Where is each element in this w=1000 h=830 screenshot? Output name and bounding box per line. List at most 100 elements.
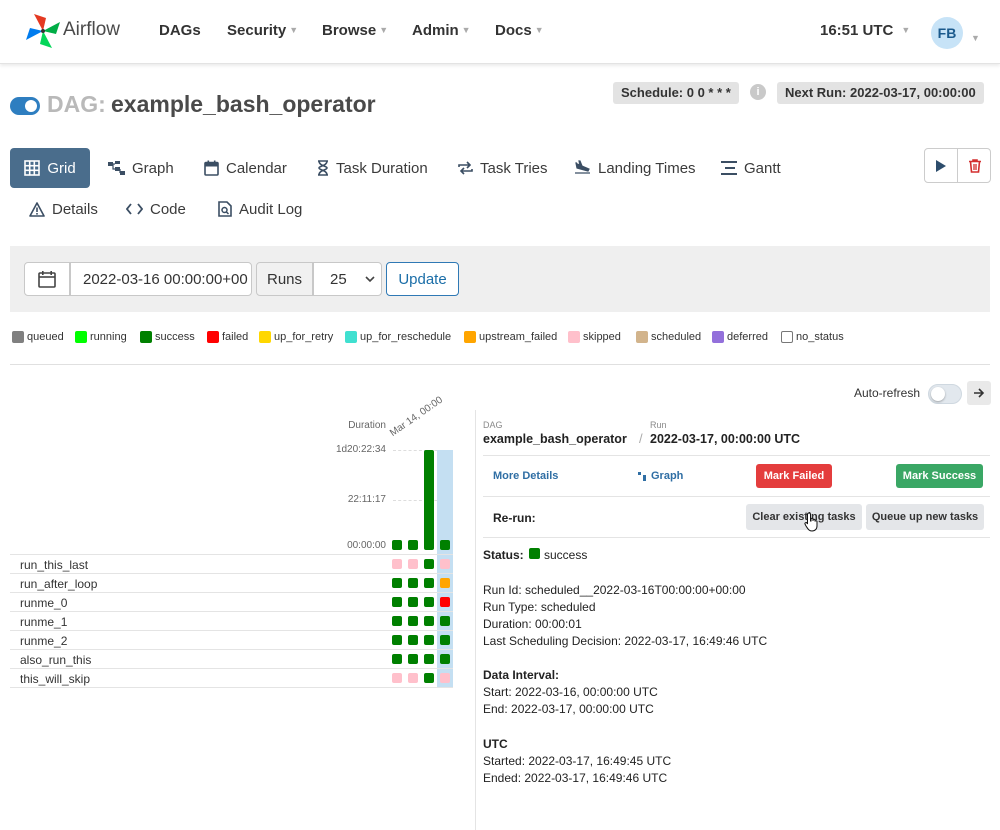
nav-docs[interactable]: Docs ▼ [495, 22, 544, 39]
task-row[interactable]: this_will_skip [10, 668, 453, 687]
task-row[interactable]: run_this_last [10, 554, 453, 573]
clock-dropdown[interactable]: 16:51 UTC ▼ [820, 22, 910, 39]
task-row[interactable]: runme_2 [10, 630, 453, 649]
date-picker-button[interactable] [24, 262, 70, 296]
info-icon[interactable]: i [750, 84, 766, 100]
task-instance-cell[interactable] [392, 597, 402, 607]
task-instance-cell[interactable] [408, 559, 418, 569]
expand-panel-button[interactable] [967, 381, 991, 405]
task-instance-cell[interactable] [440, 559, 450, 569]
task-instance-cell[interactable] [408, 597, 418, 607]
task-instance-cell[interactable] [408, 654, 418, 664]
legend-item-deferred[interactable]: deferred [712, 331, 768, 343]
task-instance-cell[interactable] [408, 578, 418, 588]
mark-failed-button[interactable]: Mark Failed [756, 464, 832, 488]
task-instance-cell[interactable] [440, 578, 450, 588]
mark-success-button[interactable]: Mark Success [896, 464, 983, 488]
legend-item-running[interactable]: running [75, 331, 127, 343]
task-instance-cell[interactable] [440, 597, 450, 607]
task-name[interactable]: run_this_last [20, 558, 88, 572]
legend-item-skipped[interactable]: skipped [568, 331, 621, 343]
task-instance-cell[interactable] [440, 654, 450, 664]
task-instance-cell[interactable] [424, 578, 434, 588]
tab-landing-times[interactable]: Landing Times [574, 148, 696, 188]
runs-select[interactable]: 25 [313, 262, 382, 296]
legend-item-upstream-failed[interactable]: upstream_failed [464, 331, 557, 343]
task-row[interactable]: runme_1 [10, 611, 453, 630]
legend-item-no-status[interactable]: no_status [781, 331, 844, 343]
task-name[interactable]: run_after_loop [20, 577, 97, 591]
brand-name[interactable]: Airflow [63, 19, 120, 41]
task-row[interactable]: also_run_this [10, 649, 453, 668]
task-name[interactable]: runme_1 [20, 615, 67, 629]
task-row[interactable]: run_after_loop [10, 573, 453, 592]
task-instance-cell[interactable] [392, 616, 402, 626]
task-instance-cell[interactable] [408, 635, 418, 645]
task-instance-cell[interactable] [392, 559, 402, 569]
task-instance-cell[interactable] [424, 616, 434, 626]
airflow-logo-icon[interactable] [24, 12, 62, 50]
task-instance-cell[interactable] [424, 635, 434, 645]
run-duration-bar[interactable] [440, 540, 450, 550]
legend-item-failed[interactable]: failed [207, 331, 248, 343]
tab-grid[interactable]: Grid [10, 148, 90, 188]
tab-calendar[interactable]: Calendar [204, 148, 287, 188]
legend-item-queued[interactable]: queued [12, 331, 64, 343]
tab-task-duration[interactable]: Task Duration [317, 148, 428, 188]
tab-audit-log[interactable]: Audit Log [218, 189, 302, 229]
base-date-input[interactable]: 2022-03-16 00:00:00+00 [70, 262, 252, 296]
delete-dag-button[interactable] [958, 149, 991, 182]
task-instance-cell[interactable] [392, 578, 402, 588]
tab-details-label: Details [52, 200, 98, 218]
task-row[interactable]: runme_0 [10, 592, 453, 611]
task-name[interactable]: runme_0 [20, 596, 67, 610]
breadcrumb-run[interactable]: 2022-03-17, 00:00:00 UTC [650, 432, 800, 446]
task-instance-cell[interactable] [440, 635, 450, 645]
task-instance-cell[interactable] [408, 673, 418, 683]
nav-security[interactable]: Security ▼ [227, 22, 298, 39]
trigger-dag-button[interactable] [925, 149, 958, 182]
caret-down-icon: ▼ [379, 25, 389, 35]
task-name[interactable]: also_run_this [20, 653, 91, 667]
run-duration-bar[interactable] [408, 540, 418, 550]
legend-item-scheduled[interactable]: scheduled [636, 331, 701, 343]
task-name[interactable]: runme_2 [20, 634, 67, 648]
task-instance-cell[interactable] [424, 654, 434, 664]
legend-item-success[interactable]: success [140, 331, 195, 343]
caret-down-icon[interactable]: ▼ [971, 33, 980, 43]
update-button[interactable]: Update [386, 262, 459, 296]
tab-code[interactable]: Code [126, 189, 186, 229]
task-instance-cell[interactable] [392, 673, 402, 683]
caret-down-icon: ▼ [289, 25, 299, 35]
task-instance-cell[interactable] [440, 616, 450, 626]
dag-pause-toggle[interactable] [10, 97, 40, 115]
nav-browse[interactable]: Browse ▼ [322, 22, 388, 39]
tab-task-tries-label: Task Tries [480, 159, 548, 177]
task-instance-cell[interactable] [408, 616, 418, 626]
task-instance-cell[interactable] [424, 673, 434, 683]
task-instance-cell[interactable] [424, 597, 434, 607]
task-instance-cell[interactable] [392, 654, 402, 664]
user-avatar[interactable]: FB [931, 17, 963, 49]
tab-task-tries[interactable]: Task Tries [458, 148, 548, 188]
graph-link[interactable]: Graph [638, 470, 683, 482]
task-instance-cell[interactable] [424, 559, 434, 569]
legend-item-up-for-retry[interactable]: up_for_retry [259, 331, 333, 343]
task-instance-cell[interactable] [440, 673, 450, 683]
nav-admin[interactable]: Admin ▼ [412, 22, 471, 39]
run-duration-bar[interactable] [392, 540, 402, 550]
task-instance-cell[interactable] [392, 635, 402, 645]
legend-item-up-for-reschedule[interactable]: up_for_reschedule [345, 331, 451, 343]
nav-dags[interactable]: DAGs [159, 22, 201, 39]
auto-refresh-toggle[interactable] [928, 384, 962, 404]
tab-details[interactable]: Details [29, 189, 98, 229]
breadcrumb-dag[interactable]: example_bash_operator [483, 432, 627, 446]
dag-title[interactable]: example_bash_operator [111, 91, 376, 118]
legend-label: queued [27, 331, 64, 343]
task-name[interactable]: this_will_skip [20, 672, 90, 686]
tab-graph[interactable]: Graph [108, 148, 174, 188]
run-duration-bar[interactable] [424, 450, 434, 550]
more-details-link[interactable]: More Details [493, 470, 558, 482]
queue-new-tasks-button[interactable]: Queue up new tasks [866, 504, 984, 530]
tab-gantt[interactable]: Gantt [721, 148, 781, 188]
